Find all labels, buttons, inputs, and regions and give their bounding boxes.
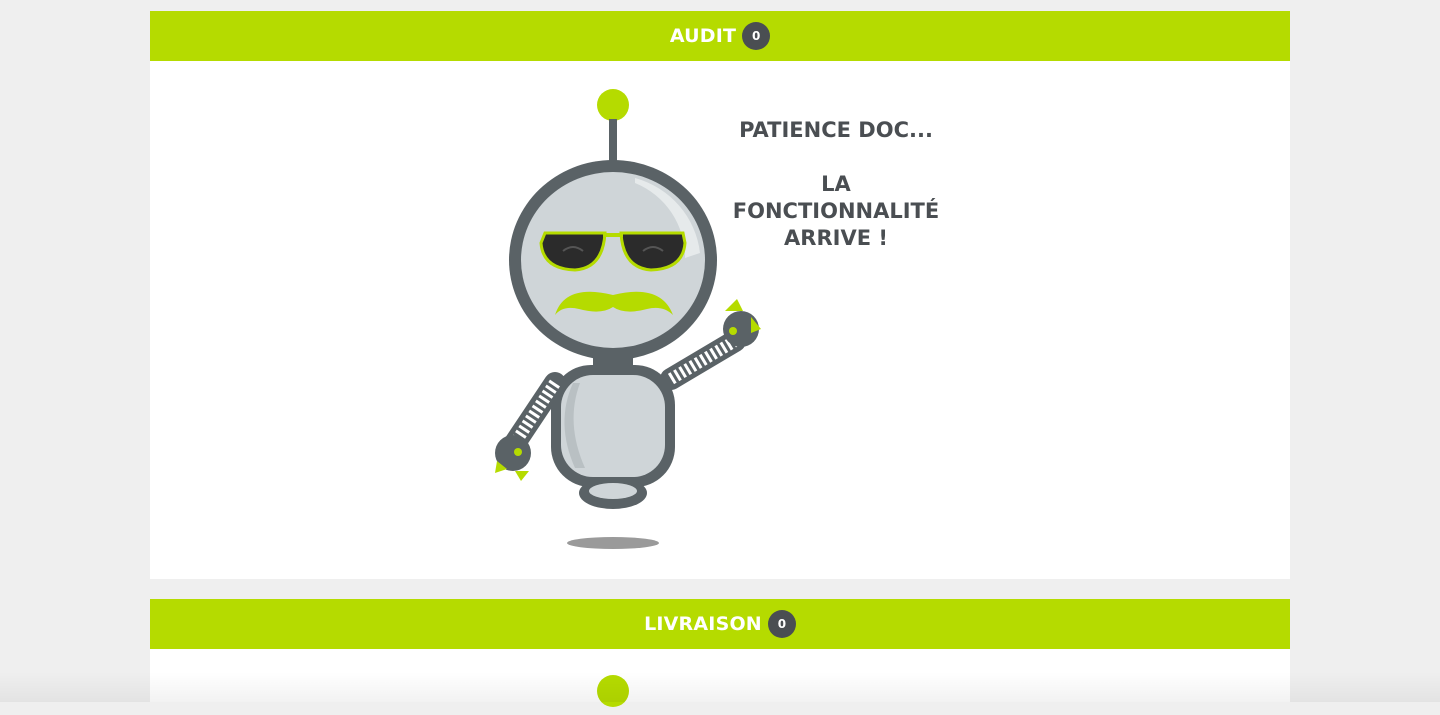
- message-line-2: LA FONCTIONNALITÉ ARRIVE !: [722, 171, 950, 252]
- livraison-count-badge: 0: [768, 610, 796, 638]
- livraison-section: LIVRAISON 0: [150, 599, 1290, 702]
- audit-title: AUDIT: [670, 25, 736, 47]
- livraison-title: LIVRAISON: [644, 613, 762, 635]
- audit-section: AUDIT 0: [150, 11, 1290, 579]
- livraison-panel: [150, 649, 1290, 702]
- message-line-1: PATIENCE DOC...: [722, 117, 950, 144]
- coming-soon-message: PATIENCE DOC... LA FONCTIONNALITÉ ARRIVE…: [722, 117, 950, 252]
- livraison-header[interactable]: LIVRAISON 0: [150, 599, 1290, 649]
- audit-count-badge: 0: [742, 22, 770, 50]
- robot-antenna-icon: [593, 675, 633, 715]
- audit-header[interactable]: AUDIT 0: [150, 11, 1290, 61]
- audit-panel: PATIENCE DOC... LA FONCTIONNALITÉ ARRIVE…: [150, 61, 1290, 579]
